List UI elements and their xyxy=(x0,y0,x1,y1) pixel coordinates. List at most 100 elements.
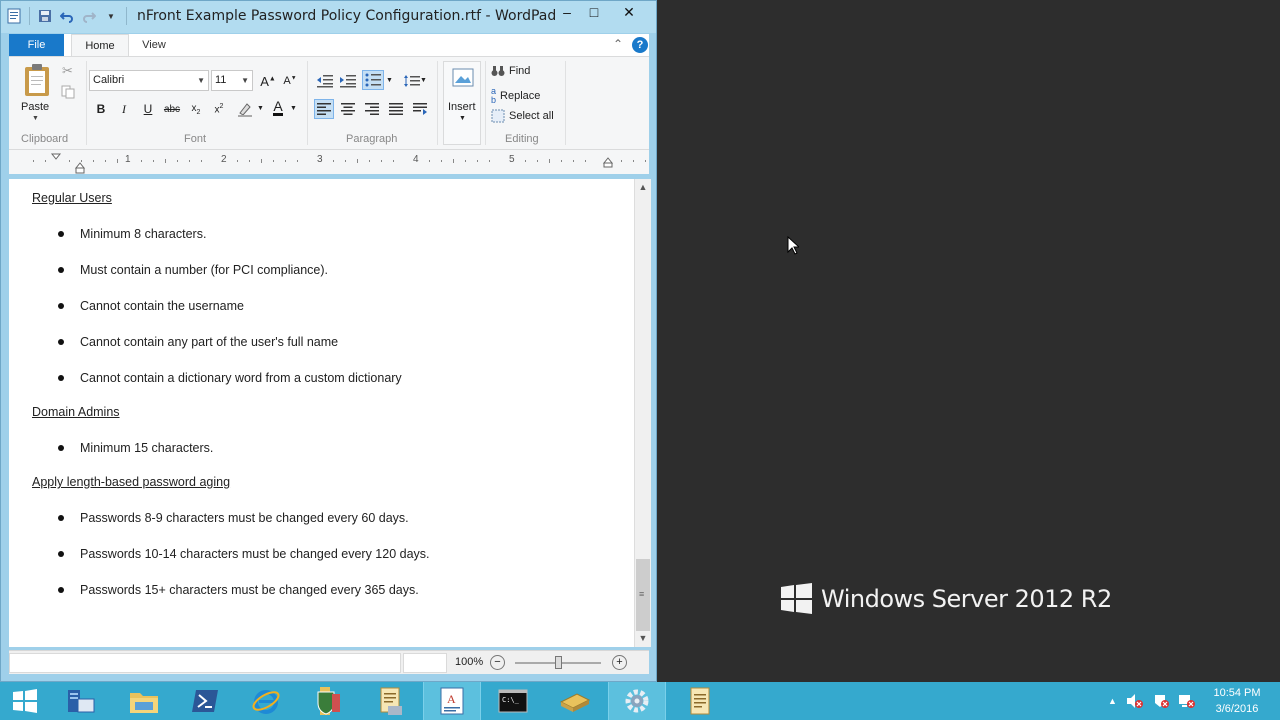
strikethrough-icon: abc xyxy=(163,103,181,115)
gear-icon xyxy=(625,689,649,713)
cut-icon[interactable]: ✂ xyxy=(62,63,73,79)
scroll-down-icon[interactable]: ▼ xyxy=(635,630,651,647)
align-center-button[interactable] xyxy=(338,99,358,119)
insert-button[interactable]: Insert ▼ xyxy=(443,61,481,145)
taskbar-server-manager[interactable] xyxy=(52,682,110,720)
editing-group-label: Editing xyxy=(505,133,539,145)
help-icon[interactable]: ? xyxy=(632,37,648,53)
minimize-ribbon-icon[interactable]: ⌃ xyxy=(613,37,623,51)
chevron-down-icon[interactable]: ▼ xyxy=(386,77,393,84)
heading-domain-admins: Domain Admins xyxy=(32,405,120,419)
ruler[interactable]: 1 2 3 4 5 xyxy=(9,150,649,174)
maximize-icon: □ xyxy=(589,4,599,20)
taskbar-document-app[interactable] xyxy=(361,682,419,720)
italic-button[interactable]: I xyxy=(114,99,134,119)
paragraph-button[interactable] xyxy=(410,99,430,119)
bullets-button[interactable] xyxy=(362,70,384,90)
vertical-scrollbar[interactable]: ▲ ≡ ▼ xyxy=(634,179,651,647)
increase-indent-button[interactable] xyxy=(338,71,358,91)
find-button[interactable]: Find xyxy=(491,65,530,77)
bold-button[interactable]: B xyxy=(91,99,111,119)
undo-icon[interactable] xyxy=(58,7,76,25)
chevron-down-icon[interactable]: ▼ xyxy=(420,77,427,84)
maximize-button[interactable]: □ xyxy=(579,1,609,23)
zoom-in-icon[interactable]: + xyxy=(612,655,627,670)
minimize-button[interactable]: – xyxy=(552,1,582,23)
svg-text:A: A xyxy=(447,692,456,706)
chevron-down-icon[interactable]: ▼ xyxy=(257,105,264,112)
show-hidden-icons[interactable]: ▲ xyxy=(1108,696,1117,706)
clipboard-group-label: Clipboard xyxy=(21,133,69,145)
clock-date: 3/6/2016 xyxy=(1215,703,1259,715)
subscript-icon: x2 xyxy=(191,102,201,116)
ruler-number: 1 xyxy=(125,154,131,165)
redo-icon[interactable] xyxy=(80,7,98,25)
action-center-icon[interactable] xyxy=(1151,693,1169,709)
customize-qat-icon[interactable]: ▼ xyxy=(102,7,120,25)
taskbar-file-explorer[interactable] xyxy=(115,682,173,720)
group-separator xyxy=(86,61,87,145)
font-color-button[interactable]: A xyxy=(268,97,288,117)
shrink-font-button[interactable]: A▼ xyxy=(280,71,300,91)
scroll-up-icon[interactable]: ▲ xyxy=(635,179,651,196)
command-prompt-icon: C:\_ xyxy=(498,689,528,713)
list-item: Must contain a number (for PCI complianc… xyxy=(80,263,329,277)
chevron-down-icon: ▼ xyxy=(197,76,205,85)
copy-icon[interactable] xyxy=(61,85,75,102)
line-spacing-button[interactable] xyxy=(402,71,422,91)
superscript-button[interactable]: x2 xyxy=(209,99,229,119)
save-icon[interactable] xyxy=(36,7,54,25)
tab-file[interactable]: File xyxy=(9,34,64,56)
taskbar-policy-manager[interactable] xyxy=(298,682,356,720)
strikethrough-button[interactable]: abc xyxy=(162,99,182,119)
subscript-button[interactable]: x2 xyxy=(186,99,206,119)
status-cell xyxy=(9,653,401,673)
start-button[interactable] xyxy=(0,682,50,720)
align-right-button[interactable] xyxy=(362,99,382,119)
taskbar-wordpad[interactable]: A xyxy=(423,682,481,720)
taskbar-active-directory[interactable] xyxy=(546,682,604,720)
scroll-thumb[interactable]: ≡ xyxy=(636,559,650,631)
replace-button[interactable]: ab Replace xyxy=(491,87,540,105)
list-item: Cannot contain any part of the user's fu… xyxy=(80,335,339,349)
zoom-slider-thumb[interactable] xyxy=(555,656,562,669)
taskbar-notepad[interactable] xyxy=(671,682,729,720)
grow-font-button[interactable]: A▲ xyxy=(258,71,278,91)
title-bar[interactable]: ▼ nFront Example Password Policy Configu… xyxy=(1,1,656,33)
close-button[interactable]: ✕ xyxy=(606,1,652,23)
taskbar-internet-explorer[interactable] xyxy=(237,682,295,720)
bullet-icon xyxy=(58,267,64,273)
scroll-document-icon xyxy=(380,687,402,715)
replace-icon: ab xyxy=(491,86,497,105)
chevron-down-icon[interactable]: ▼ xyxy=(290,105,297,112)
paste-button[interactable]: Paste ▼ xyxy=(19,63,55,122)
font-family-select[interactable]: Calibri ▼ xyxy=(89,70,209,91)
group-separator xyxy=(437,61,438,145)
decrease-indent-button[interactable] xyxy=(315,71,335,91)
directory-book-icon xyxy=(559,693,591,712)
insert-label: Insert xyxy=(448,101,476,113)
speaker-muted-icon[interactable] xyxy=(1125,693,1143,709)
underline-button[interactable]: U xyxy=(138,99,158,119)
taskbar-clock[interactable]: 10:54 PM 3/6/2016 xyxy=(1200,685,1274,717)
heading-regular-users: Regular Users xyxy=(32,191,112,205)
list-item: Minimum 8 characters. xyxy=(80,227,207,241)
justify-button[interactable] xyxy=(386,99,406,119)
tab-view[interactable]: View xyxy=(129,34,179,56)
document-area[interactable]: Regular Users Minimum 8 characters. Must… xyxy=(9,179,635,647)
align-left-button[interactable] xyxy=(314,99,334,119)
tab-home[interactable]: Home xyxy=(71,34,129,56)
zoom-out-icon[interactable]: − xyxy=(490,655,505,670)
taskbar-settings[interactable] xyxy=(608,682,666,720)
taskbar-powershell[interactable] xyxy=(176,682,234,720)
highlight-color-button[interactable] xyxy=(235,99,255,119)
font-size-select[interactable]: 11 ▼ xyxy=(211,70,253,91)
highlighter-icon xyxy=(238,103,252,117)
zoom-slider[interactable] xyxy=(515,656,601,669)
select-all-button[interactable]: Select all xyxy=(491,109,554,123)
network-error-icon[interactable] xyxy=(1177,693,1195,709)
wordpad-app-icon[interactable] xyxy=(5,7,23,25)
paste-label: Paste xyxy=(21,101,50,113)
group-separator xyxy=(565,61,566,145)
taskbar-command-prompt[interactable]: C:\_ xyxy=(484,682,542,720)
